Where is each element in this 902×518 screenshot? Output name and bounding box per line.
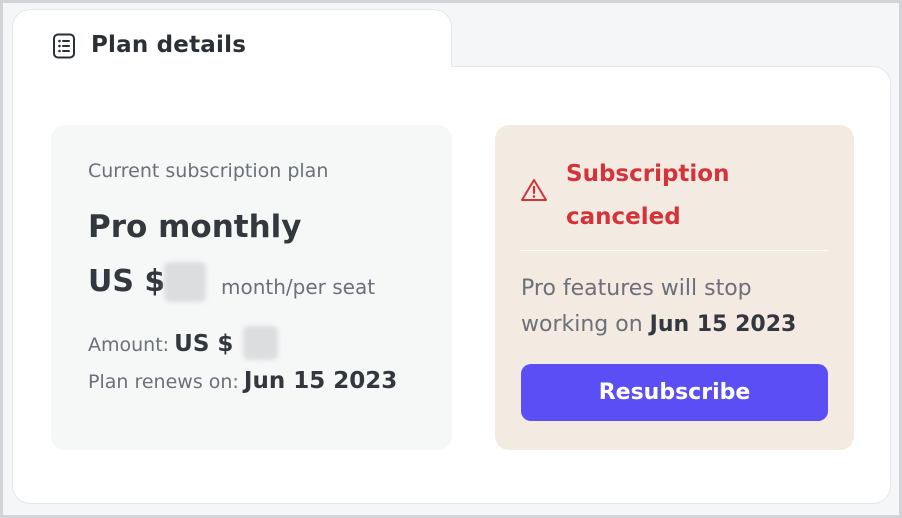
resubscribe-button[interactable]: Resubscribe xyxy=(521,364,828,421)
tab-panel-joint xyxy=(13,60,451,72)
renew-row: Plan renews on: Jun 15 2023 xyxy=(88,368,397,394)
current-plan-label: Current subscription plan xyxy=(88,160,329,182)
list-document-icon xyxy=(53,33,75,59)
amount-redacted xyxy=(243,326,278,360)
stop-message: Pro features will stop working on Jun 15… xyxy=(521,271,841,343)
price-redacted xyxy=(164,262,206,302)
stop-date: Jun 15 2023 xyxy=(649,312,797,337)
amount-label: Amount: xyxy=(88,334,170,356)
price-unit: month/per seat xyxy=(221,275,376,299)
tab-title[interactable]: Plan details xyxy=(91,32,246,58)
amount-prefix: US $ xyxy=(174,331,234,357)
amount-row: Amount: US $ xyxy=(88,331,233,357)
warning-triangle-icon xyxy=(521,179,547,201)
renew-date: Jun 15 2023 xyxy=(243,368,398,394)
cancellation-title: Subscription canceled xyxy=(566,161,730,230)
divider xyxy=(520,250,828,251)
price-prefix: US $ xyxy=(88,264,166,299)
plan-name: Pro monthly xyxy=(88,209,302,245)
renew-label: Plan renews on: xyxy=(88,371,239,393)
